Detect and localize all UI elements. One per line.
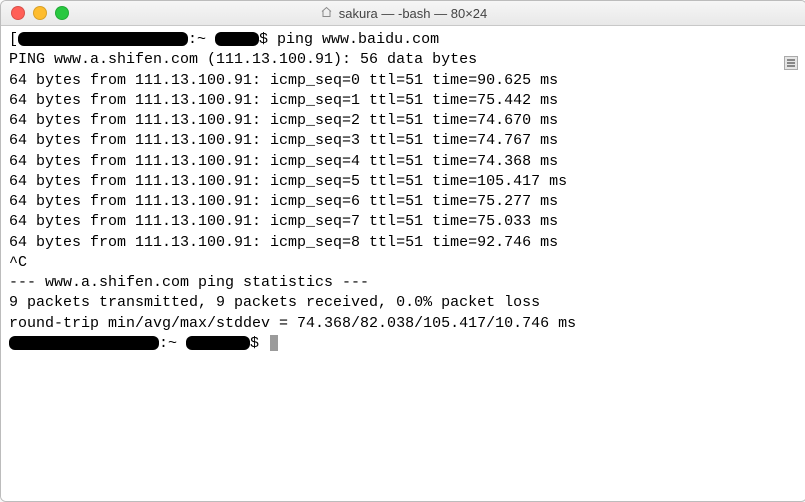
ping-reply: 64 bytes from 111.13.100.91: icmp_seq=1 … xyxy=(9,91,798,111)
terminal-window: sakura — -bash — 80×24 [:~ $ ping www.ba… xyxy=(0,0,805,502)
redacted-hostname xyxy=(9,336,159,350)
home-icon xyxy=(320,6,333,21)
prompt-sep: :~ xyxy=(159,335,186,352)
prompt-line-1: [:~ $ ping www.baidu.com xyxy=(9,30,798,50)
window-title-text: sakura — -bash — 80×24 xyxy=(339,6,488,21)
interrupt: ^C xyxy=(9,253,798,273)
stats-line: 9 packets transmitted, 9 packets receive… xyxy=(9,293,798,313)
ping-reply: 64 bytes from 111.13.100.91: icmp_seq=4 … xyxy=(9,152,798,172)
stats-header: --- www.a.shifen.com ping statistics --- xyxy=(9,273,798,293)
redacted-user xyxy=(215,32,259,46)
scroll-indicator-icon[interactable] xyxy=(784,56,798,70)
cursor-icon xyxy=(270,335,278,351)
terminal-content[interactable]: [:~ $ ping www.baidu.com PING www.a.shif… xyxy=(1,26,805,501)
ping-reply: 64 bytes from 111.13.100.91: icmp_seq=0 … xyxy=(9,71,798,91)
command-text: ping www.baidu.com xyxy=(277,31,439,48)
ping-reply: 64 bytes from 111.13.100.91: icmp_seq=7 … xyxy=(9,212,798,232)
ping-reply: 64 bytes from 111.13.100.91: icmp_seq=8 … xyxy=(9,233,798,253)
ping-reply: 64 bytes from 111.13.100.91: icmp_seq=2 … xyxy=(9,111,798,131)
ping-reply: 64 bytes from 111.13.100.91: icmp_seq=5 … xyxy=(9,172,798,192)
prompt-line-2: :~ $ xyxy=(9,334,798,354)
ping-header: PING www.a.shifen.com (111.13.100.91): 5… xyxy=(9,50,798,70)
ping-reply: 64 bytes from 111.13.100.91: icmp_seq=6 … xyxy=(9,192,798,212)
ping-reply: 64 bytes from 111.13.100.91: icmp_seq=3 … xyxy=(9,131,798,151)
redacted-hostname xyxy=(18,32,188,46)
window-title: sakura — -bash — 80×24 xyxy=(1,6,805,21)
stats-line: round-trip min/avg/max/stddev = 74.368/8… xyxy=(9,314,798,334)
redacted-user xyxy=(186,336,250,350)
prompt-dollar: $ xyxy=(259,31,277,48)
prompt-sep: :~ xyxy=(188,31,215,48)
titlebar: sakura — -bash — 80×24 xyxy=(1,1,805,26)
prompt-dollar: $ xyxy=(250,335,268,352)
